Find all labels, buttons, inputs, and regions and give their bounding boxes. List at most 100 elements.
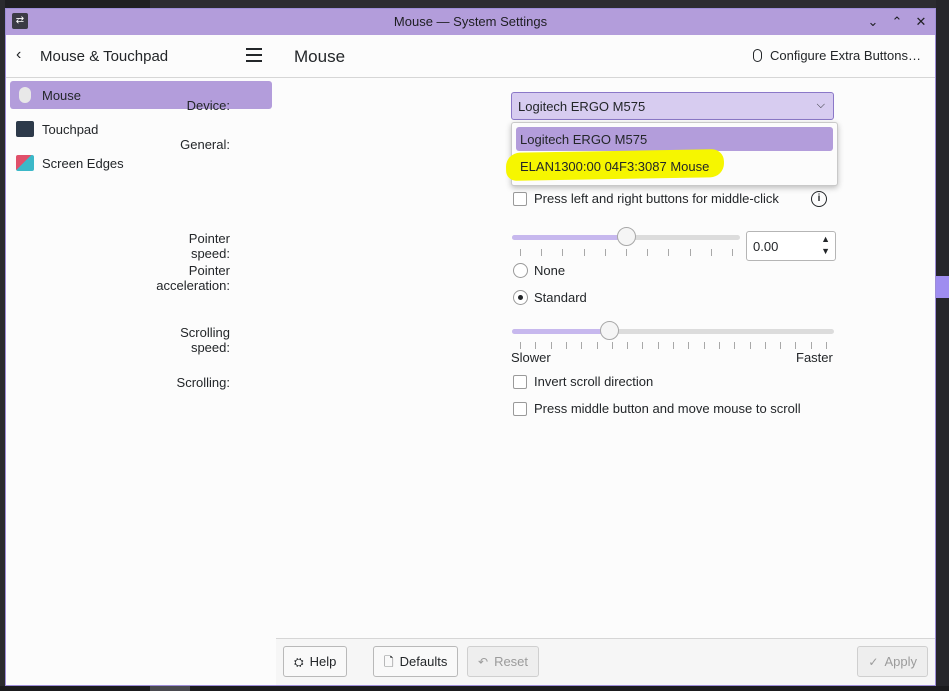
- chevron-down-icon: ⌵: [816, 99, 825, 111]
- slider-tick: [795, 342, 797, 349]
- slider-tick: [764, 342, 766, 349]
- sidebar: ‹ Mouse & Touchpad Mouse Touchpad Screen…: [6, 35, 277, 685]
- pointer-speed-value: 0.00: [753, 239, 779, 254]
- scrolling-speed-slider[interactable]: [512, 321, 834, 341]
- help-icon: ⛭: [294, 655, 304, 669]
- sidebar-header: ‹ Mouse & Touchpad: [6, 35, 276, 78]
- pointer-acceleration-label: Pointer acceleration:: [156, 263, 231, 293]
- device-combobox[interactable]: Logitech ERGO M575 ⌵: [511, 92, 834, 120]
- accel-standard-radio[interactable]: [513, 290, 528, 305]
- maximize-button[interactable]: ⌃: [887, 12, 907, 32]
- settings-window: ⇄ Mouse — System Settings ⌄ ⌃ ✕ ‹ Mouse …: [5, 8, 936, 686]
- reset-label: Reset: [494, 654, 529, 669]
- slider-tick: [604, 249, 606, 256]
- slider-tick: [826, 342, 827, 349]
- help-button[interactable]: ⛭ Help: [283, 646, 348, 677]
- accel-none-radio[interactable]: [513, 263, 528, 278]
- defaults-label: Defaults: [399, 654, 448, 669]
- slider-tick: [657, 342, 659, 349]
- pointer-speed-ticks: [512, 249, 740, 257]
- slider-tick: [520, 342, 521, 349]
- pointer-speed-slider[interactable]: [512, 227, 740, 247]
- slider-tick: [749, 342, 751, 349]
- invert-scroll-label: Invert scroll direction: [534, 374, 654, 389]
- middle-button-scroll-checkbox[interactable]: [513, 402, 527, 416]
- mouse-icon: [19, 87, 31, 103]
- main-panel: Mouse Configure Extra Buttons… Device: L…: [156, 35, 935, 685]
- chevron-down-icon[interactable]: ▼: [821, 246, 830, 256]
- slider-tick: [562, 249, 564, 256]
- main-header: Mouse Configure Extra Buttons…: [276, 35, 935, 78]
- device-dropdown-popup: Logitech ERGO M575 ELAN1300:00 04F3:3087…: [505, 122, 838, 186]
- background-window: [150, 0, 949, 8]
- footer-bar: ⛭ Help 🗋 Defaults ↶ Reset ✓ Apply: [276, 638, 935, 685]
- slider-tick: [565, 342, 567, 349]
- device-option-label: ELAN1300:00 04F3:3087 Mouse: [520, 159, 710, 174]
- sidebar-item-screen-edges[interactable]: Screen Edges: [10, 149, 272, 177]
- apply-button[interactable]: ✓ Apply: [857, 646, 928, 677]
- window-title: Mouse — System Settings: [393, 14, 548, 29]
- pointer-speed-label: Pointer speed:: [188, 231, 230, 261]
- slower-label: Slower: [511, 350, 551, 365]
- middle-click-checkbox[interactable]: [513, 192, 527, 206]
- slider-tick: [642, 342, 644, 349]
- scrolling-speed-ticks: [512, 342, 834, 350]
- page-title: Mouse: [294, 47, 346, 66]
- scrolling-label: Scrolling:: [176, 375, 230, 390]
- screen-edges-icon: [16, 155, 34, 171]
- close-button[interactable]: ✕: [911, 12, 931, 32]
- general-label: General:: [180, 137, 230, 152]
- slider-tick: [583, 249, 585, 256]
- info-icon[interactable]: i: [811, 191, 827, 207]
- pointer-speed-spinbox[interactable]: 0.00 ▲ ▼: [746, 231, 836, 261]
- invert-scroll-checkbox[interactable]: [513, 375, 527, 389]
- slider-tick: [810, 342, 812, 349]
- background-window-right: [936, 0, 949, 691]
- slider-tick: [611, 342, 613, 349]
- slider-handle[interactable]: [599, 321, 619, 340]
- slider-tick: [780, 342, 782, 349]
- configure-extra-buttons-label: Configure Extra Buttons…: [769, 48, 921, 63]
- accel-standard-label: Standard: [534, 290, 587, 305]
- back-icon[interactable]: ‹: [16, 46, 21, 64]
- slider-tick: [647, 249, 649, 256]
- sidebar-item-touchpad[interactable]: Touchpad: [10, 115, 272, 143]
- device-option-logitech[interactable]: Logitech ERGO M575: [516, 127, 833, 151]
- device-label: Device:: [186, 98, 230, 113]
- hamburger-menu-icon[interactable]: [246, 48, 262, 62]
- device-option-elan[interactable]: ELAN1300:00 04F3:3087 Mouse: [505, 149, 833, 181]
- middle-button-scroll-label: Press middle button and move mouse to sc…: [534, 401, 801, 416]
- slider-tick: [689, 249, 691, 256]
- help-label: Help: [309, 654, 337, 669]
- slider-tick: [581, 342, 583, 349]
- slider-tick: [541, 249, 543, 256]
- slider-handle[interactable]: [617, 227, 636, 246]
- minimize-button[interactable]: ⌄: [863, 12, 883, 32]
- slider-tick: [596, 342, 598, 349]
- sidebar-item-label: Mouse: [42, 88, 82, 103]
- reset-button[interactable]: ↶ Reset: [467, 646, 540, 677]
- apply-label: Apply: [884, 654, 917, 669]
- faster-label: Faster: [796, 350, 833, 365]
- chevron-up-icon[interactable]: ▲: [821, 234, 830, 244]
- scrolling-speed-label: Scrolling speed:: [180, 325, 230, 355]
- checkmark-icon: ✓: [868, 655, 879, 669]
- slider-tick: [668, 249, 670, 256]
- taskbar-edge: [0, 686, 949, 691]
- slider-tick: [520, 249, 521, 256]
- slider-tick: [688, 342, 690, 349]
- slider-tick: [718, 342, 720, 349]
- sidebar-item-label: Touchpad: [42, 122, 99, 137]
- title-bar[interactable]: ⇄ Mouse — System Settings ⌄ ⌃ ✕: [6, 9, 935, 36]
- slider-tick: [627, 342, 629, 349]
- slider-tick: [535, 342, 537, 349]
- undo-icon: ↶: [478, 655, 489, 669]
- slider-tick: [710, 249, 712, 256]
- defaults-button[interactable]: 🗋 Defaults: [373, 646, 459, 677]
- device-option-label: Logitech ERGO M575: [520, 132, 648, 147]
- accel-none-label: None: [534, 263, 566, 278]
- device-selected-value: Logitech ERGO M575: [518, 99, 646, 114]
- touchpad-icon: [16, 121, 34, 137]
- sidebar-item-mouse[interactable]: Mouse: [10, 81, 272, 109]
- configure-extra-buttons-button[interactable]: Configure Extra Buttons…: [752, 48, 921, 63]
